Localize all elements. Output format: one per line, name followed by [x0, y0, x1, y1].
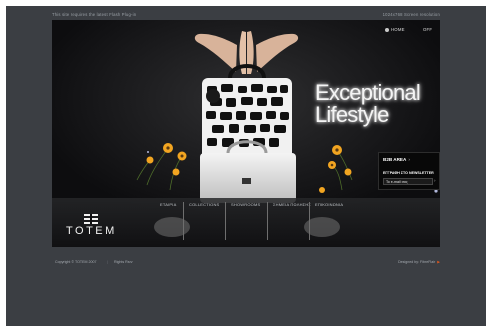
nav-item-contact[interactable]: ΕΠΙΚΟΙΝΩΝΙΑ: [309, 202, 344, 242]
nav-divider: [183, 202, 184, 240]
nav-label: COLLECTIONS: [189, 202, 220, 207]
nav-item-company[interactable]: ETAIPIA: [157, 202, 176, 242]
nav-item-collections[interactable]: COLLECTIONS: [183, 202, 220, 242]
headline-line-1: Exceptional: [315, 80, 421, 105]
b2b-area-link[interactable]: B2B AREA ›: [383, 157, 410, 162]
home-label: HOME: [391, 27, 405, 32]
home-icon: [385, 27, 389, 32]
nav-label: ΕΠΙΚΟΙΝΩΝΙΑ: [315, 202, 344, 207]
totem-logo[interactable]: TOTEM: [66, 212, 116, 240]
designer-credit-link[interactable]: Designed by: FibreFlair ▶: [398, 260, 440, 264]
flash-notice: This site requires the latest Flash Plug…: [52, 12, 137, 17]
handbag-image: [200, 64, 296, 203]
nav-item-points-of-sale[interactable]: ΣΗΜΕΙΑ ΠΩΛΗΣΗΣ: [267, 202, 312, 242]
designer-mark-icon: ▶: [437, 260, 440, 264]
newsletter-label: ΕΓΓΡΑΦΗ ΣΤΟ NEWSLETTER: [383, 171, 434, 175]
nav-label: ETAIPIA: [160, 202, 177, 207]
nav-divider: [225, 202, 226, 240]
b2b-label: B2B AREA: [383, 157, 407, 162]
brand-wordmark: TOTEM: [66, 225, 117, 237]
arrow-right-icon: ›: [408, 157, 410, 162]
home-link[interactable]: HOME: [385, 27, 405, 32]
nav-divider: [309, 202, 310, 240]
rights-link[interactable]: Rights Rsrv: [114, 260, 133, 264]
hero-headline: Exceptional Lifestyle: [315, 80, 421, 127]
totem-logo-glyph-icon: [84, 214, 98, 224]
footer-separator: |: [107, 260, 108, 264]
newsletter-submit-icon[interactable]: ›: [434, 178, 436, 183]
nav-divider: [267, 202, 268, 240]
nav-label: ΣΗΜΕΙΑ ΠΩΛΗΣΗΣ: [273, 202, 312, 207]
sound-label: OFF: [423, 27, 433, 32]
sound-toggle[interactable]: OFF: [423, 27, 432, 32]
nav-label: SHOWROOMS: [231, 202, 261, 207]
newsletter-email-field[interactable]: [383, 178, 433, 185]
nav-item-showrooms[interactable]: SHOWROOMS: [225, 202, 261, 242]
resolution-notice: 1024x768 Screen resolution: [382, 12, 440, 17]
copyright-text: Copyright © TOTEM 2007: [55, 260, 97, 264]
headline-line-2: Lifestyle: [315, 102, 389, 127]
b2b-newsletter-panel: B2B AREA› ΕΓΓΡΑΦΗ ΣΤΟ NEWSLETTER ›: [378, 152, 440, 190]
flash-stage: HOME OFF Exceptional Lifestyle B2B AREA ›…: [52, 20, 440, 247]
footer: Copyright © TOTEM 2007 | Rights Rsrv Des…: [52, 259, 440, 267]
credit-text: Designed by: FibreFlair: [398, 260, 436, 264]
